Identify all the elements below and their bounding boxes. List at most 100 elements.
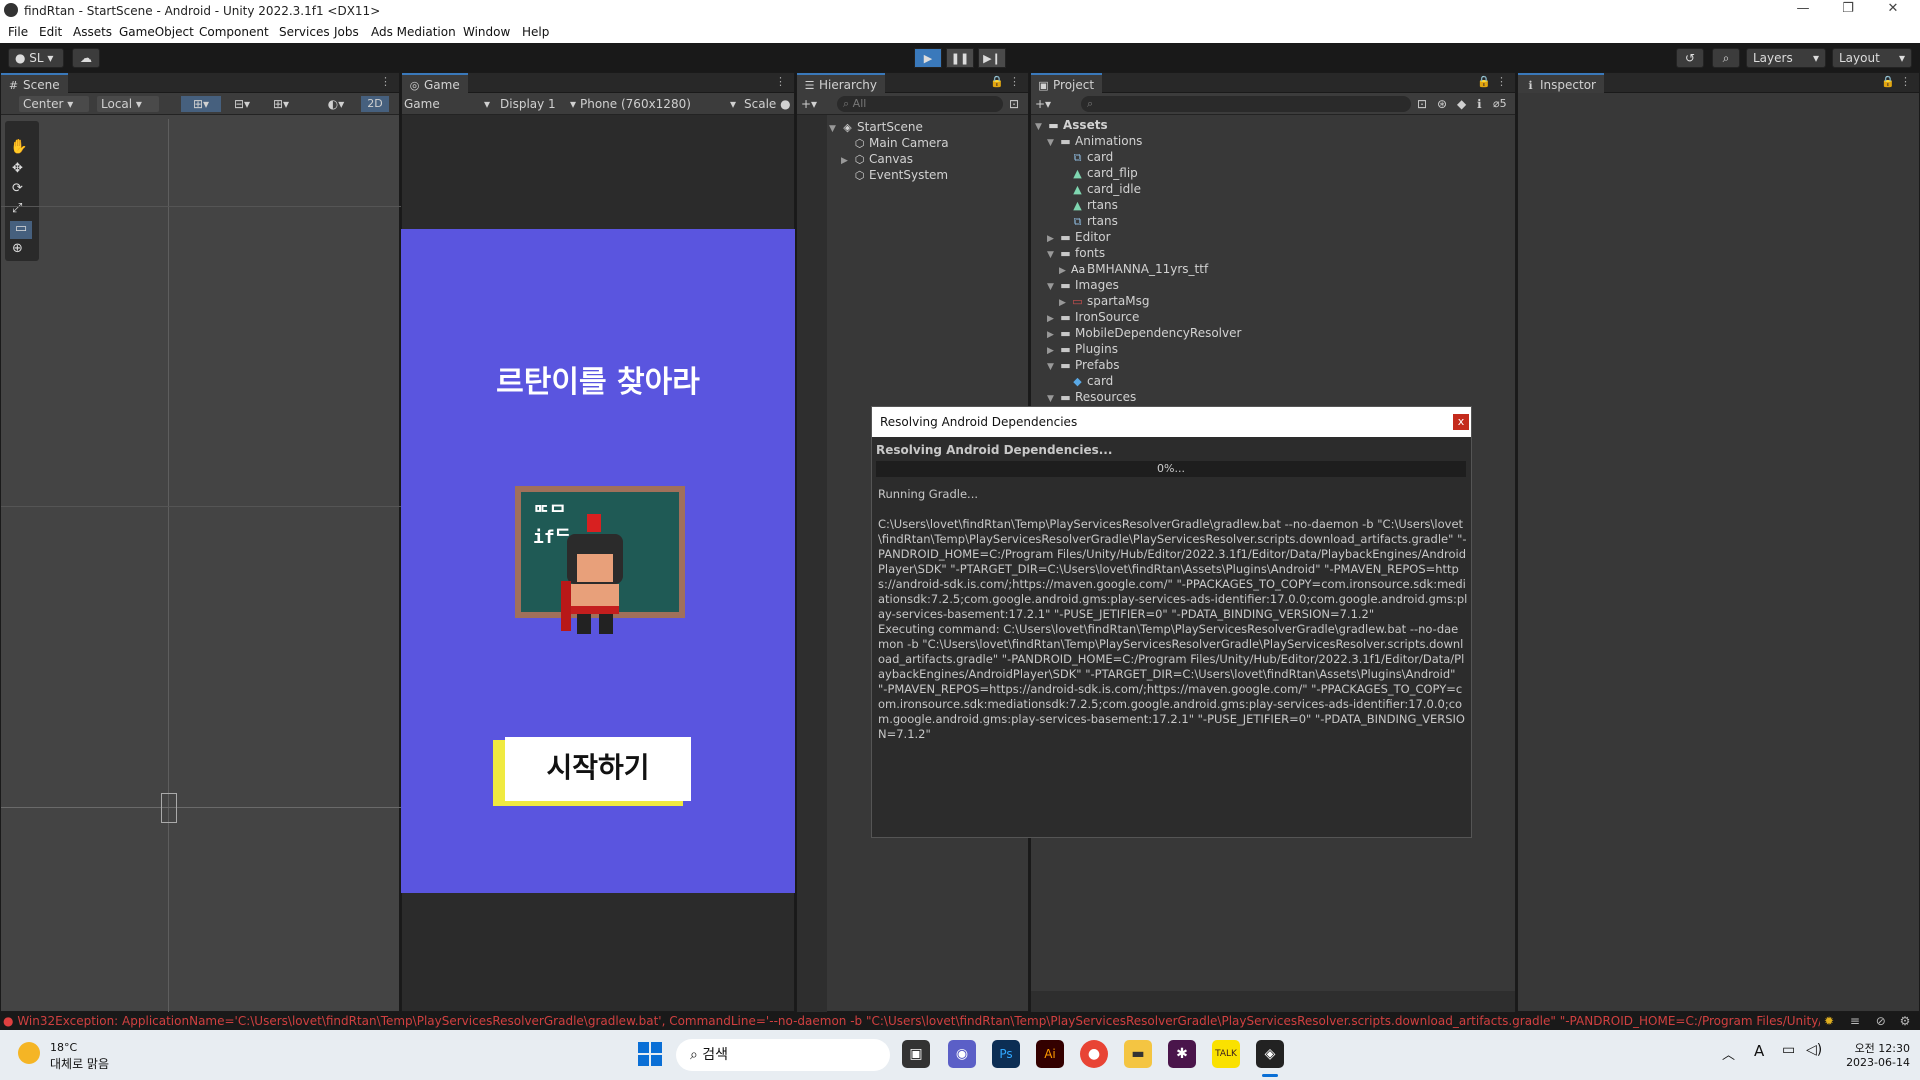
history-icon[interactable]: ↺: [1676, 48, 1704, 68]
project-item[interactable]: ▶ ▭ spartaMsg: [1059, 293, 1149, 309]
ime-indicator[interactable]: A: [1754, 1042, 1764, 1060]
expand-arrow-icon[interactable]: ▼: [1047, 135, 1059, 151]
project-item[interactable]: ◆ card: [1059, 373, 1113, 389]
game-menu-icon[interactable]: ⋮: [775, 75, 786, 88]
project-item[interactable]: ▼ ▬ Prefabs: [1047, 357, 1120, 373]
slack-icon[interactable]: ✱: [1168, 1040, 1196, 1068]
space-dropdown[interactable]: Local ▾: [97, 96, 159, 112]
resolution-dropdown[interactable]: Phone (760x1280) ▾: [580, 96, 736, 112]
display-dropdown[interactable]: Display 1 ▾: [500, 96, 576, 112]
hidden-packages-icon[interactable]: ⌀5: [1493, 96, 1517, 112]
project-item[interactable]: ▲ rtans: [1059, 197, 1118, 213]
project-item[interactable]: ▼ ▬ Images: [1047, 277, 1119, 293]
project-item[interactable]: ⧉ rtans: [1059, 213, 1118, 229]
layout-dropdown[interactable]: Layout ▾: [1832, 48, 1912, 68]
project-root-assets[interactable]: ▼ ▬ Assets: [1035, 117, 1108, 133]
hierarchy-search-input[interactable]: ⌕ All: [837, 96, 1003, 112]
search-by-label-icon[interactable]: ⊛: [1437, 96, 1451, 112]
network-status-icon[interactable]: ▭: [1782, 1042, 1795, 1058]
play-button[interactable]: ▶: [914, 48, 942, 68]
info-icon[interactable]: ℹ: [1477, 96, 1491, 112]
layers-dropdown[interactable]: Layers ▾: [1746, 48, 1826, 68]
unity-icon[interactable]: ◈: [1256, 1040, 1284, 1068]
step-button[interactable]: ▶❙: [978, 48, 1006, 68]
clock-date[interactable]: 2023-06-14: [1840, 1056, 1910, 1069]
project-item[interactable]: ▼ ▬ fonts: [1047, 245, 1105, 261]
bug-icon[interactable]: ✹: [1824, 1014, 1834, 1028]
2d-toggle[interactable]: 2D: [361, 96, 389, 112]
illustrator-icon[interactable]: Ai: [1036, 1040, 1064, 1068]
transform-tool-icon[interactable]: ⊕: [12, 241, 23, 256]
project-item[interactable]: ▶ Aa BMHANNA_11yrs_ttf: [1059, 261, 1208, 277]
inspector-menu-icon[interactable]: ⋮: [1900, 75, 1911, 88]
project-item[interactable]: ▶ ▬ Editor: [1047, 229, 1111, 245]
expand-arrow-icon[interactable]: ▼: [1047, 391, 1059, 407]
clock-time[interactable]: 오전 12:30: [1840, 1040, 1910, 1056]
progress-icon[interactable]: ≡: [1850, 1014, 1860, 1028]
scene-menu-icon[interactable]: ⋮: [380, 75, 391, 88]
teams-icon[interactable]: ◉: [948, 1040, 976, 1068]
console-status-bar[interactable]: ● Win32Exception: ApplicationName='C:\Us…: [0, 1012, 1920, 1030]
draw-mode-icon[interactable]: ◐▾: [319, 96, 353, 112]
increment-snap-icon[interactable]: ⊞▾: [263, 96, 299, 112]
menu-component[interactable]: Component: [199, 25, 269, 39]
project-item[interactable]: ▲ card_idle: [1059, 181, 1141, 197]
snap-toggle-icon[interactable]: ⊞▾: [181, 96, 221, 112]
close-button[interactable]: ✕: [1873, 1, 1913, 21]
project-menu-icon[interactable]: ⋮: [1496, 75, 1507, 88]
lock-icon[interactable]: 🔒: [1477, 75, 1491, 88]
menu-assets[interactable]: Assets: [73, 25, 112, 39]
settings-icon[interactable]: ⚙: [1900, 1014, 1911, 1028]
menu-jobs[interactable]: Jobs: [334, 25, 359, 39]
start-icon[interactable]: [638, 1042, 662, 1066]
tab-hierarchy[interactable]: ☰ Hierarchy: [797, 73, 886, 93]
menu-ads-mediation[interactable]: Ads Mediation: [371, 25, 456, 39]
hierarchy-item-canvas[interactable]: ▶ ⬡ Canvas: [841, 151, 913, 167]
project-item[interactable]: ⧉ card: [1059, 149, 1114, 165]
hierarchy-item-eventsystem[interactable]: ⬡ EventSystem: [853, 167, 948, 183]
rotate-tool-icon[interactable]: ⟳: [12, 181, 23, 196]
tab-game[interactable]: ◎ Game: [402, 73, 468, 93]
menu-gameobject[interactable]: GameObject: [119, 25, 194, 39]
cloud-icon[interactable]: ☁: [72, 48, 100, 68]
scene-row[interactable]: ▼ ◈ StartScene: [829, 119, 923, 135]
network-icon[interactable]: ⊘: [1876, 1014, 1886, 1028]
menu-edit[interactable]: Edit: [39, 25, 62, 39]
expand-arrow-icon[interactable]: ▼: [1047, 279, 1059, 295]
menu-window[interactable]: Window: [463, 25, 510, 39]
search-icon[interactable]: ⌕: [1712, 48, 1740, 68]
tray-overflow-icon[interactable]: ︿: [1722, 1044, 1735, 1063]
dialog-close-button[interactable]: x: [1453, 414, 1469, 430]
restore-button[interactable]: ❐: [1828, 1, 1868, 21]
weather-icon[interactable]: [18, 1042, 40, 1064]
project-search-input[interactable]: ⌕: [1081, 96, 1411, 112]
scene-camera-gizmo[interactable]: [161, 793, 177, 823]
scale-tool-icon[interactable]: ⤢: [12, 201, 22, 216]
chrome-icon[interactable]: ●: [1080, 1040, 1108, 1068]
lock-icon[interactable]: 🔒: [1881, 75, 1895, 88]
grid-toggle-icon[interactable]: ⊟▾: [225, 96, 259, 112]
start-button[interactable]: 시작하기: [505, 737, 691, 801]
project-item[interactable]: ▶ ▬ IronSource: [1047, 309, 1139, 325]
hierarchy-item-main-camera[interactable]: ⬡ Main Camera: [853, 135, 949, 151]
pivot-dropdown[interactable]: Center ▾: [19, 96, 89, 112]
add-object-button[interactable]: +▾: [801, 96, 825, 112]
hierarchy-menu-icon[interactable]: ⋮: [1009, 75, 1020, 88]
search-by-type-icon[interactable]: ⊡: [1417, 96, 1431, 112]
menu-help[interactable]: Help: [522, 25, 549, 39]
account-button[interactable]: ● SL ▾: [8, 48, 64, 68]
file-explorer-icon[interactable]: ▬: [1124, 1040, 1152, 1068]
move-tool-icon[interactable]: ✥: [12, 161, 23, 176]
expand-arrow-icon[interactable]: ▼: [1047, 247, 1059, 263]
create-asset-button[interactable]: +▾: [1035, 96, 1059, 112]
kakaotalk-icon[interactable]: TALK: [1212, 1040, 1240, 1068]
tab-inspector[interactable]: ℹ Inspector: [1518, 73, 1604, 93]
minimize-button[interactable]: —: [1783, 1, 1823, 21]
menu-services[interactable]: Services: [279, 25, 330, 39]
rect-tool-icon[interactable]: ▭: [10, 221, 32, 239]
lock-icon[interactable]: 🔒: [990, 75, 1004, 88]
project-item[interactable]: ▼ ▬ Resources: [1047, 389, 1136, 405]
search-filter-icon[interactable]: ⊡: [1009, 96, 1023, 112]
tab-scene[interactable]: # Scene: [1, 73, 68, 93]
volume-icon[interactable]: ◁): [1806, 1042, 1822, 1058]
